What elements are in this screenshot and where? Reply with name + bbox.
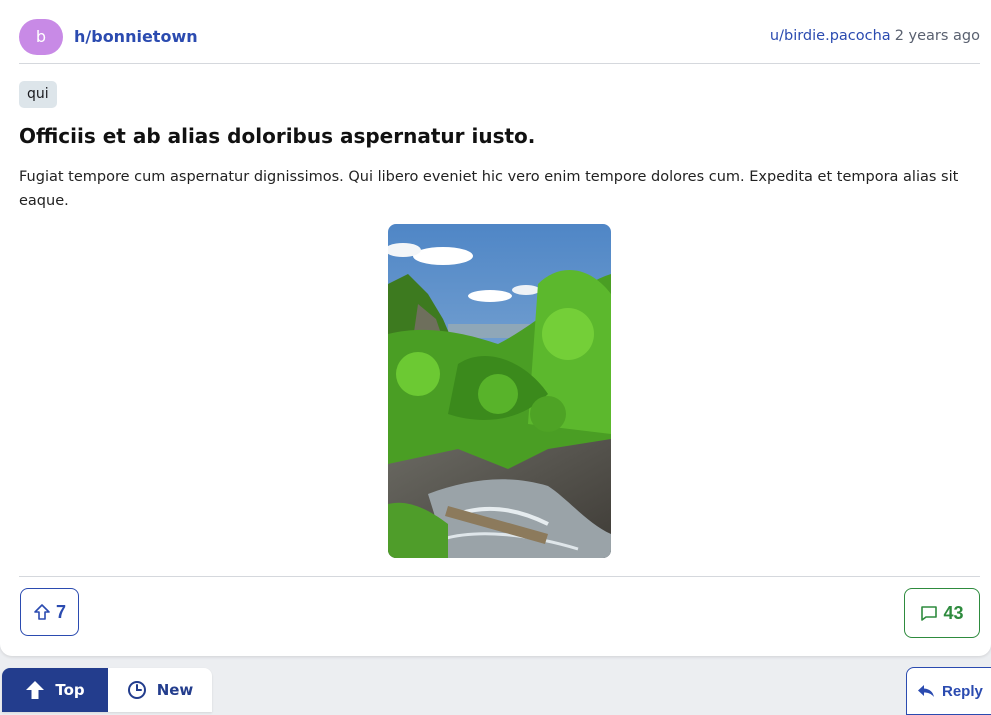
- upvote-button[interactable]: 7: [20, 588, 79, 636]
- post-header: b h/bonnietown u/birdie.pacocha 2 years a…: [19, 17, 980, 57]
- sort-top-label: Top: [55, 681, 85, 699]
- author-link[interactable]: u/birdie.pacocha: [770, 28, 891, 44]
- arrow-up-filled-icon: [26, 681, 45, 699]
- post-image[interactable]: [388, 224, 611, 558]
- reply-arrow-icon: [918, 685, 934, 697]
- post-meta: u/birdie.pacocha 2 years ago: [770, 28, 980, 44]
- sort-top-tab[interactable]: Top: [2, 668, 108, 712]
- reply-label: Reply: [942, 682, 983, 700]
- sort-tabs: Top New: [2, 668, 212, 712]
- header-divider: [19, 63, 980, 64]
- hub-link[interactable]: h/bonnietown: [74, 27, 198, 46]
- clock-icon: [127, 681, 146, 699]
- post-title: Officiis et ab alias doloribus aspernatu…: [19, 124, 536, 148]
- arrow-up-outline-icon: [34, 604, 50, 620]
- hub-avatar[interactable]: b: [19, 19, 63, 55]
- footer-divider: [19, 576, 980, 577]
- post-body: Fugiat tempore cum aspernatur dignissimo…: [19, 169, 959, 209]
- comment-count: 43: [943, 602, 964, 623]
- post-time: 2 years ago: [894, 28, 980, 44]
- sort-new-tab[interactable]: New: [108, 668, 212, 712]
- post-card: b h/bonnietown u/birdie.pacocha 2 years a…: [0, 0, 991, 656]
- speech-bubble-icon: [921, 606, 938, 621]
- post-tag[interactable]: qui: [19, 81, 57, 108]
- comments-button[interactable]: 43: [904, 588, 980, 638]
- sort-new-label: New: [156, 681, 194, 699]
- vote-count: 7: [55, 601, 66, 622]
- avatar-letter: b: [35, 27, 47, 46]
